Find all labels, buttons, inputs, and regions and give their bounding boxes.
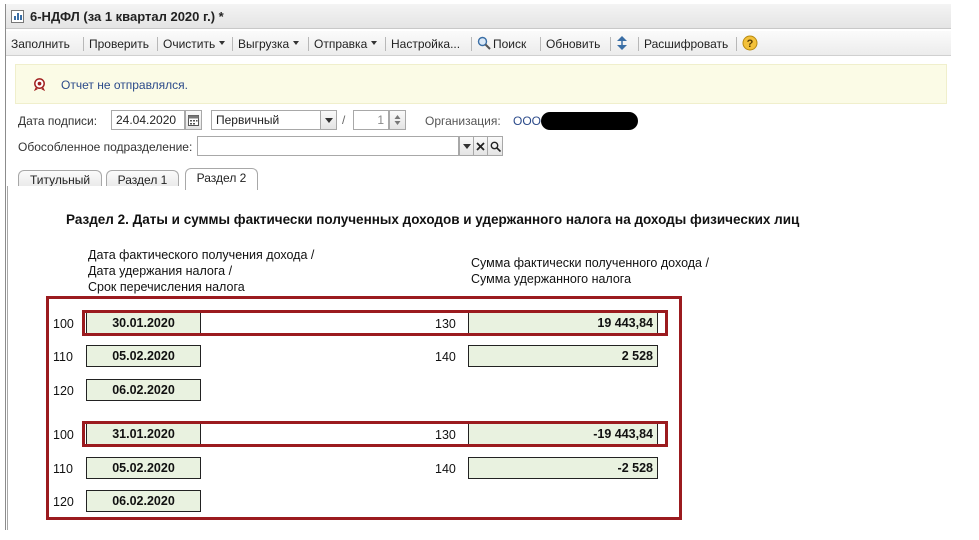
calendar-icon (188, 114, 199, 126)
title-bar: 6-НДФЛ (за 1 квартал 2020 г.) * (6, 4, 951, 29)
line-code-140: 140 (435, 462, 456, 476)
branch-input[interactable] (197, 136, 459, 156)
spinner-arrows-icon (394, 115, 401, 125)
upload-button-label: Выгрузка (238, 37, 290, 51)
income-amount-field[interactable]: -19 443,84 (468, 423, 658, 445)
slash-separator: / (342, 113, 346, 127)
line-code-110: 110 (53, 350, 73, 364)
toolbar: Заполнить Проверить Очистить Выгрузка От… (6, 31, 951, 56)
magnifier-icon (477, 36, 491, 50)
toolbar-separator (638, 37, 639, 51)
income-date-field[interactable]: 30.01.2020 (86, 312, 201, 334)
upload-button[interactable]: Выгрузка (238, 35, 300, 53)
tax-transfer-deadline-field[interactable]: 06.02.2020 (86, 490, 201, 512)
income-date-field[interactable]: 31.01.2020 (86, 423, 201, 445)
line-code-110: 110 (53, 462, 73, 476)
chevron-down-icon (462, 143, 471, 149)
chevron-down-icon (293, 40, 300, 45)
tax-transfer-deadline-field[interactable]: 06.02.2020 (86, 379, 201, 401)
chevron-down-icon (371, 40, 378, 45)
help-button[interactable]: ? (742, 35, 758, 53)
withheld-tax-amount-field[interactable]: -2 528 (468, 457, 658, 479)
check-button[interactable]: Проверить (89, 35, 149, 53)
income-amount-field[interactable]: 19 443,84 (468, 312, 658, 334)
branch-dropdown-button[interactable] (459, 136, 473, 156)
toolbar-separator (736, 37, 737, 51)
search-button-label: Поиск (493, 37, 527, 51)
report-kind-select[interactable]: Первичный (211, 110, 321, 130)
document-icon (11, 10, 24, 23)
refresh-button[interactable]: Обновить (546, 35, 600, 53)
clear-button-label: Очистить (163, 37, 216, 51)
calendar-button[interactable] (185, 110, 202, 130)
toolbar-separator (540, 37, 541, 51)
search-icon (490, 141, 501, 152)
send-button[interactable]: Отправка (314, 35, 378, 53)
right-column-header-line: Сумма удержанного налога (471, 272, 632, 286)
left-column-header-line: Дата удержания налога / (88, 264, 233, 278)
svg-text:?: ? (747, 38, 754, 50)
correction-number-input[interactable]: 1 (353, 110, 389, 130)
organization-link[interactable]: ООО (513, 114, 541, 128)
right-column-header-line: Сумма фактически полученного дохода / (471, 256, 709, 270)
organization-label: Организация: (425, 114, 501, 128)
branch-search-button[interactable] (487, 136, 503, 156)
right-column-header: Сумма фактически полученного дохода / Су… (471, 255, 709, 287)
chevron-down-icon (324, 117, 333, 123)
toolbar-separator (610, 37, 611, 51)
sign-date-label: Дата подписи: (18, 114, 98, 128)
expand-button[interactable] (615, 35, 629, 53)
send-button-label: Отправка (314, 37, 368, 51)
branch-clear-button[interactable] (473, 136, 487, 156)
sign-date-input[interactable]: 24.04.2020 (111, 110, 185, 130)
clear-button[interactable]: Очистить (163, 35, 226, 53)
tax-withholding-date-field[interactable]: 05.02.2020 (86, 345, 201, 367)
redacted-organization-name (541, 112, 638, 130)
info-bar: Отчет не отправлялся. (15, 64, 947, 104)
toolbar-separator (308, 37, 309, 51)
row-underline (201, 333, 467, 334)
toolbar-separator (83, 37, 84, 51)
left-column-header: Дата фактического получения дохода / Дат… (88, 247, 314, 295)
left-column-header-line: Дата фактического получения дохода / (88, 248, 315, 262)
line-code-100: 100 (53, 428, 74, 442)
section-heading: Раздел 2. Даты и суммы фактически получе… (66, 212, 800, 227)
tab-section-2[interactable]: Раздел 2 (185, 168, 258, 190)
line-code-130: 130 (435, 428, 456, 442)
send-status-text: Отчет не отправлялся. (61, 78, 189, 92)
chevron-down-icon (219, 40, 226, 45)
toolbar-separator (157, 37, 158, 51)
toolbar-separator (385, 37, 386, 51)
toolbar-separator (232, 37, 233, 51)
correction-spinner[interactable] (389, 110, 406, 130)
fill-button[interactable]: Заполнить (11, 35, 70, 53)
line-code-120: 120 (53, 495, 74, 509)
search-button[interactable]: Поиск (477, 35, 526, 53)
tax-withholding-date-field[interactable]: 05.02.2020 (86, 457, 201, 479)
line-code-130: 130 (435, 317, 456, 331)
withheld-tax-amount-field[interactable]: 2 528 (468, 345, 658, 367)
line-code-100: 100 (53, 317, 74, 331)
close-icon (476, 141, 485, 151)
decode-button[interactable]: Расшифровать (644, 35, 728, 53)
row-underline (201, 444, 467, 445)
line-code-120: 120 (53, 384, 74, 398)
toolbar-separator (471, 37, 472, 51)
settings-button[interactable]: Настройка... (391, 35, 460, 53)
line-code-140: 140 (435, 350, 456, 364)
report-kind-dropdown-button[interactable] (320, 110, 337, 130)
double-arrow-icon (617, 36, 627, 50)
left-column-header-line: Срок перечисления налога (88, 280, 245, 294)
question-icon: ? (742, 35, 758, 51)
branch-label: Обособленное подразделение: (18, 140, 193, 154)
window-title: 6-НДФЛ (за 1 квартал 2020 г.) * (30, 9, 224, 24)
stamp-icon (33, 78, 46, 92)
